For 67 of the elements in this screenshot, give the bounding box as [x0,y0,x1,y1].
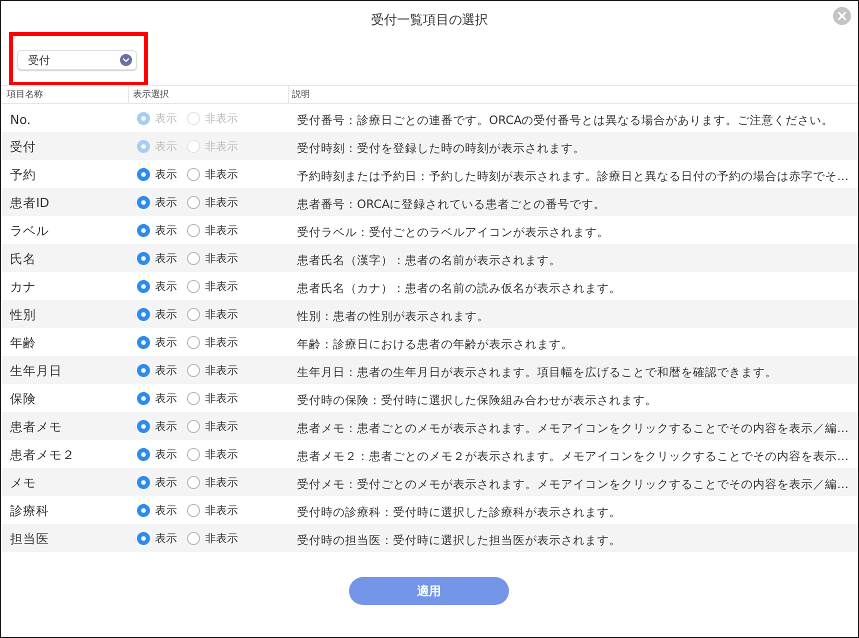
radio-option[interactable]: 非表示 [187,530,238,546]
item-name: 生年月日 [10,363,62,378]
radio-option[interactable]: 表示 [137,502,177,518]
radio-option[interactable]: 非表示 [187,166,238,182]
item-name: No. [10,112,31,126]
radio-option[interactable]: 非表示 [187,502,238,518]
item-name: ラベル [10,223,49,238]
description-text: 受付ラベル：受付ごとのラベルアイコンが表示されます。 [297,224,609,238]
radio-option[interactable]: 非表示 [187,250,238,266]
radio-option[interactable]: 非表示 [187,418,238,434]
description-text: 受付メモ：受付ごとのメモが表示されます。メモアイコンをクリックすることでその内容を表示／編… [297,476,849,490]
radio-option[interactable]: 非表示 [187,194,238,210]
description-text: 性別：患者の性別が表示されます。 [297,308,489,322]
column-header: 説明 [292,88,310,101]
item-name: 受付 [10,139,36,154]
radio-option[interactable]: 表示 [137,334,177,350]
radio-option[interactable]: 表示 [137,278,177,294]
description-text: 受付番号：診療日ごとの連番です。ORCAの受付番号とは異なる場合があります。ご注意ください。 [297,112,834,126]
radio-option[interactable]: 非表示 [187,222,238,238]
item-name: 性別 [10,307,36,322]
item-name: 患者ID [10,195,50,210]
description-text: 受付時の担当医：受付時に選択した担当医が表示されます。 [297,532,621,546]
item-name: 患者メモ２ [10,447,75,462]
column-header: 表示選択 [133,88,169,101]
close-icon[interactable] [833,7,851,25]
description-text: 受付時の診療科：受付時に選択した診療科が表示されます。 [297,504,621,518]
radio-option[interactable]: 非表示 [187,362,238,378]
radio-option[interactable]: 非表示 [187,446,238,462]
description-text: 患者番号：ORCAに登録されている患者ごとの番号です。 [297,196,606,210]
description-text: 患者メモ２：患者ごとのメモ２が表示されます。メモアイコンをクリックすることでその内容を表示… [297,448,849,462]
item-name: メモ [10,475,36,490]
radio-option[interactable]: 表示 [137,250,177,266]
radio-option[interactable]: 表示 [137,530,177,546]
description-text: 患者氏名（カナ）：患者の名前の読み仮名が表示されます。 [297,280,621,294]
dialog-title: 受付一覧項目の選択 [371,12,488,28]
item-name: 診療科 [10,503,49,518]
item-name: 保険 [10,391,36,406]
item-name: カナ [10,279,36,294]
description-text: 受付時の保険：受付時に選択した保険組み合わせが表示されます。 [297,392,657,406]
radio-option[interactable]: 表示 [137,390,177,406]
radio-option[interactable]: 非表示 [187,306,238,322]
radio-option[interactable]: 表示 [137,418,177,434]
item-name: 患者メモ [10,419,62,434]
item-name: 担当医 [10,531,49,546]
column-header: 項目名称 [7,88,43,101]
description-text: 受付時刻：受付を登録した時の時刻が表示されます。 [297,140,585,154]
radio-option[interactable]: 非表示 [187,278,238,294]
item-name: 予約 [10,167,36,182]
item-name: 年齢 [10,335,36,350]
description-text: 年齢：診療日における患者の年齢が表示されます。 [297,336,573,350]
description-text: 生年月日：患者の生年月日が表示されます。項目幅を広げることで和暦を確認できます。 [297,364,777,378]
radio-option[interactable]: 表示 [137,166,177,182]
chevron-down-icon [120,54,132,66]
description-text: 患者氏名（漢字）：患者の名前が表示されます。 [297,252,561,266]
item-name: 氏名 [10,251,36,266]
radio-option[interactable]: 非表示 [187,390,238,406]
radio-option[interactable]: 非表示 [187,474,238,490]
radio-option[interactable]: 表示 [137,306,177,322]
radio-option[interactable]: 表示 [137,446,177,462]
category-dropdown[interactable]: 受付 [17,50,137,70]
radio-option[interactable]: 表示 [137,194,177,210]
description-text: 患者メモ：患者ごとのメモが表示されます。メモアイコンをクリックすることでその内容を表示／編… [297,420,849,434]
radio-option[interactable]: 非表示 [187,334,238,350]
radio-option[interactable]: 表示 [137,222,177,238]
radio-option[interactable]: 表示 [137,474,177,490]
description-text: 予約時刻または予約日：予約した時刻が表示されます。診療日と異なる日付の予約の場合は赤字でそ… [297,168,849,182]
radio-option[interactable]: 表示 [137,362,177,378]
